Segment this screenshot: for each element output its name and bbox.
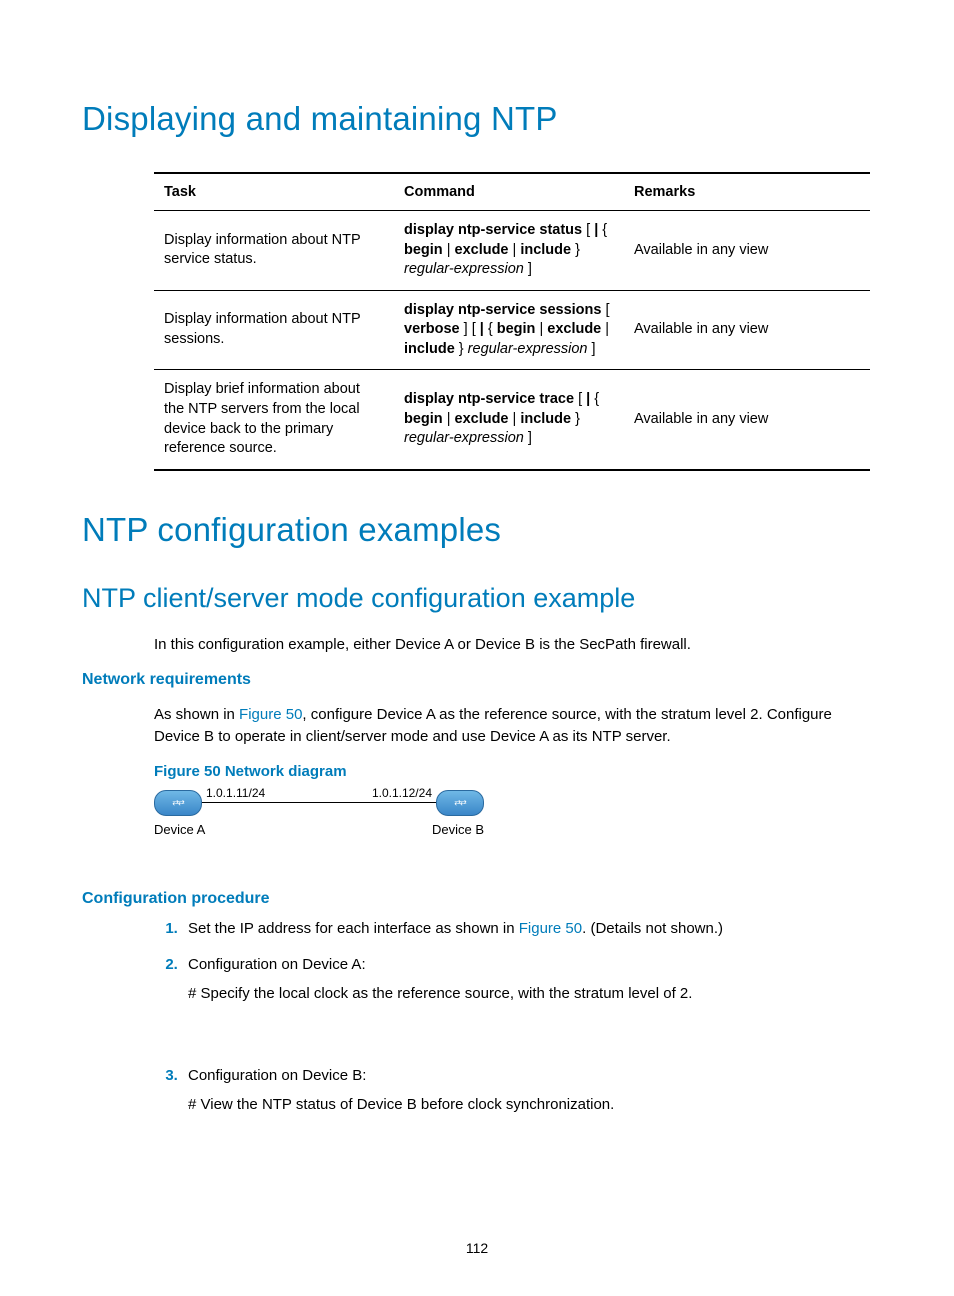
step-2: Configuration on Device A: # Specify the…	[182, 954, 872, 1051]
heading-network-requirements: Network requirements	[82, 671, 872, 689]
figure-link[interactable]: Figure 50	[519, 920, 582, 937]
step-1: Set the IP address for each interface as…	[182, 918, 872, 941]
page-number: 112	[0, 1240, 954, 1256]
ip-label-a: 1.0.1.11/24	[206, 786, 265, 800]
cell-task: Display information about NTP sessions.	[154, 290, 394, 370]
device-label-b: Device B	[432, 822, 484, 837]
th-remarks: Remarks	[624, 173, 870, 211]
th-task: Task	[154, 173, 394, 211]
th-command: Command	[394, 173, 624, 211]
step-3: Configuration on Device B: # View the NT…	[182, 1065, 872, 1116]
table-row: Display information about NTP service st…	[154, 211, 870, 291]
text: Configuration on Device B:	[188, 1067, 366, 1084]
heading-client-server: NTP client/server mode configuration exa…	[82, 583, 872, 614]
substep: # Specify the local clock as the referen…	[188, 983, 872, 1006]
ntp-commands-table: Task Command Remarks Display information…	[154, 172, 870, 471]
table-row: Display brief information about the NTP …	[154, 370, 870, 470]
text: Set the IP address for each interface as…	[188, 920, 519, 937]
heading-examples: NTP configuration examples	[82, 511, 872, 549]
cell-command: display ntp-service trace [ | { begin | …	[394, 370, 624, 470]
ip-label-b: 1.0.1.12/24	[372, 786, 432, 800]
network-diagram: ⇄⇄ 1.0.1.11/24 1.0.1.12/24 ⇄⇄ Device A D…	[154, 786, 484, 856]
intro-paragraph: In this configuration example, either De…	[154, 634, 872, 656]
cell-task: Display information about NTP service st…	[154, 211, 394, 291]
table-row: Display information about NTP sessions. …	[154, 290, 870, 370]
figure-link[interactable]: Figure 50	[239, 706, 302, 723]
device-label-a: Device A	[154, 822, 205, 837]
text: As shown in	[154, 706, 239, 723]
text: . (Details not shown.)	[582, 920, 723, 937]
router-icon: ⇄⇄	[436, 790, 484, 816]
figure-caption: Figure 50 Network diagram	[154, 763, 872, 780]
heading-config-procedure: Configuration procedure	[82, 890, 872, 908]
network-req-paragraph: As shown in Figure 50, configure Device …	[154, 704, 872, 748]
cell-task: Display brief information about the NTP …	[154, 370, 394, 470]
cell-remarks: Available in any view	[624, 290, 870, 370]
network-line	[202, 802, 436, 804]
substep: # View the NTP status of Device B before…	[188, 1094, 872, 1117]
heading-displaying: Displaying and maintaining NTP	[82, 100, 872, 138]
cell-command: display ntp-service status [ | { begin |…	[394, 211, 624, 291]
procedure-list: Set the IP address for each interface as…	[154, 918, 872, 1117]
router-icon: ⇄⇄	[154, 790, 202, 816]
cell-command: display ntp-service sessions [ verbose ]…	[394, 290, 624, 370]
text: Configuration on Device A:	[188, 956, 366, 973]
cell-remarks: Available in any view	[624, 211, 870, 291]
cell-remarks: Available in any view	[624, 370, 870, 470]
